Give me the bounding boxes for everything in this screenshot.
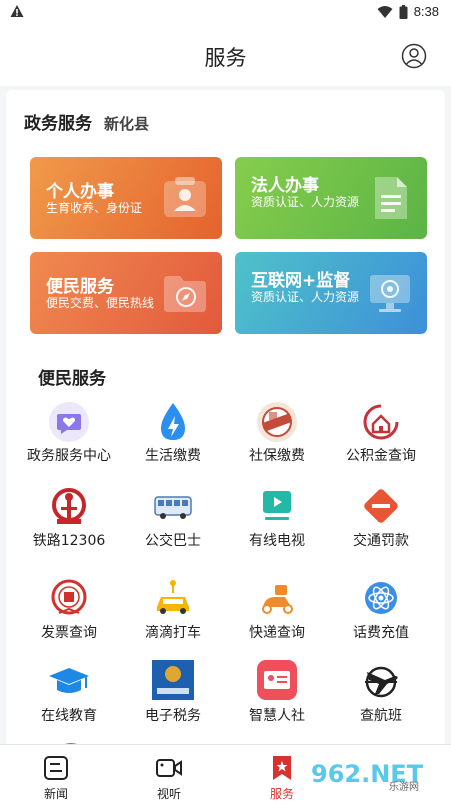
news-icon	[44, 756, 68, 780]
house-icon	[363, 404, 399, 440]
service-item-label: 在线教育	[41, 708, 97, 724]
taxi-icon	[157, 580, 189, 614]
service-bookmark-icon	[273, 756, 291, 780]
user-profile-icon[interactable]	[401, 43, 427, 69]
tile-corporate-affairs[interactable]: 法人办事 资质认证、人力资源	[235, 157, 427, 239]
nav-label: 新闻	[43, 787, 68, 801]
service-item-label: 发票查询	[41, 625, 97, 641]
service-item-label: 智慧人社	[249, 708, 305, 724]
service-item-gov-center[interactable]: 政务服务中心	[19, 400, 119, 476]
gov-section-header: 政务服务 新化县	[24, 109, 149, 134]
tile-internet-supervision[interactable]: 互联网+监督 资质认证、人力资源	[235, 252, 427, 334]
county-name[interactable]: 新化县	[104, 113, 149, 134]
tv-icon	[263, 491, 291, 520]
svg-text:乐游网: 乐游网	[389, 780, 419, 793]
service-item-label: 滴滴打车	[145, 625, 201, 641]
service-item-smart-hr[interactable]: 智慧人社	[227, 660, 327, 736]
service-item-label: 公积金查询	[346, 448, 416, 464]
service-item-phone-recharge[interactable]: 话费充值	[331, 577, 431, 653]
warning-icon	[10, 5, 24, 17]
tile-name: 互联网+监督	[251, 271, 351, 291]
service-item-railway[interactable]: 铁路12306	[19, 485, 119, 561]
gov-section-title: 政务服务	[24, 114, 92, 134]
water-bolt-icon	[161, 403, 185, 440]
traffic-fine-icon	[364, 489, 398, 523]
id-card-icon	[257, 660, 297, 700]
wifi-icon	[377, 5, 393, 18]
battery-icon	[399, 4, 408, 19]
service-item-label: 政务服务中心	[27, 448, 111, 464]
video-icon	[156, 759, 182, 777]
tile-convenience-service[interactable]: 便民服务 便民交费、便民热线	[30, 252, 222, 334]
status-bar: 8:38	[0, 0, 451, 26]
tile-name: 便民服务	[46, 277, 114, 297]
service-item-label: 铁路12306	[32, 533, 106, 549]
tile-desc: 生育收养、身份证	[46, 201, 143, 215]
main-content[interactable]: 政务服务 新化县 个人办事 生育收养、身份证 法人办事 资质认证、人力资源 便民…	[0, 86, 451, 744]
service-item-label: 交通罚款	[353, 533, 409, 549]
service-item-social-security[interactable]: 社保缴费	[227, 400, 327, 476]
service-panel: 政务服务 新化县 个人办事 生育收养、身份证 法人办事 资质认证、人力资源 便民…	[6, 90, 445, 744]
service-item-e-tax[interactable]: 电子税务	[123, 660, 223, 736]
service-item-didi-taxi[interactable]: 滴滴打车	[123, 577, 223, 653]
service-item-housing-fund[interactable]: 公积金查询	[331, 400, 431, 476]
watermark-logo: 962.NET 乐游网	[305, 752, 445, 794]
nav-news[interactable]: 新闻	[16, 751, 96, 801]
watermark-graphic: 962.NET 乐游网	[305, 756, 445, 793]
social-security-badge-icon	[257, 402, 297, 442]
convenience-section-title: 便民服务	[38, 369, 106, 389]
tile-desc: 资质认证、人力资源	[251, 290, 360, 304]
service-item-label: 快递查询	[249, 625, 305, 641]
person-card-icon	[164, 177, 206, 217]
service-item-utility-payment[interactable]: 生活缴费	[123, 400, 223, 476]
e-tax-icon	[152, 660, 194, 700]
service-item-online-education[interactable]: 在线教育	[19, 660, 119, 736]
railway-icon	[52, 488, 86, 524]
service-item-express-query[interactable]: 快递查询	[227, 577, 327, 653]
monitor-icon	[370, 275, 410, 312]
atom-icon	[365, 582, 397, 614]
scooter-icon	[262, 585, 293, 614]
service-item-label: 有线电视	[249, 533, 305, 549]
folder-compass-icon	[164, 276, 206, 312]
status-time: 8:38	[413, 4, 439, 19]
service-item-label: 话费充值	[353, 625, 409, 641]
service-item-traffic-fine[interactable]: 交通罚款	[331, 485, 431, 561]
tile-desc: 资质认证、人力资源	[251, 195, 360, 209]
service-item-label: 生活缴费	[145, 448, 201, 464]
app-header: 服务	[0, 26, 451, 86]
tile-name: 法人办事	[251, 176, 319, 196]
document-icon	[375, 177, 407, 219]
service-item-invoice-query[interactable]: 发票查询	[19, 577, 119, 653]
service-item-bus[interactable]: 公交巴士	[123, 485, 223, 561]
service-item-flight-query[interactable]: 查航班	[331, 660, 431, 736]
nav-video[interactable]: 视听	[129, 751, 209, 801]
graduation-cap-icon	[49, 668, 89, 693]
service-item-label: 社保缴费	[249, 448, 305, 464]
tile-name: 个人办事	[46, 182, 114, 202]
airplane-icon	[365, 666, 398, 698]
service-item-label: 电子税务	[145, 708, 201, 724]
nav-label: 视听	[156, 787, 181, 801]
page-title: 服务	[204, 46, 247, 70]
service-item-label: 公交巴士	[145, 533, 201, 549]
service-item-cable-tv[interactable]: 有线电视	[227, 485, 327, 561]
bus-icon	[154, 496, 192, 519]
heart-chat-icon	[49, 402, 89, 442]
tax-emblem-icon	[51, 579, 87, 615]
tile-desc: 便民交费、便民热线	[46, 296, 155, 310]
tile-personal-affairs[interactable]: 个人办事 生育收养、身份证	[30, 157, 222, 239]
service-item-label: 查航班	[360, 708, 402, 724]
